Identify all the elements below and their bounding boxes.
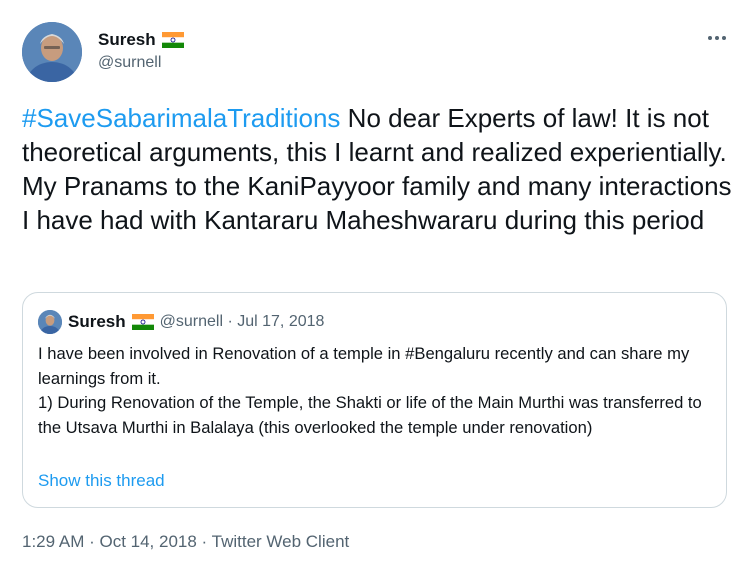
author-handle[interactable]: @surnell bbox=[98, 54, 161, 72]
quoted-tweet[interactable]: Suresh @surnell · Jul 17, 2018 I have be… bbox=[22, 292, 727, 508]
hashtag-link[interactable]: #SaveSabarimalaTraditions bbox=[22, 103, 340, 133]
quoted-tweet-header: Suresh @surnell · Jul 17, 2018 bbox=[38, 310, 324, 334]
quoted-avatar-image bbox=[38, 310, 62, 334]
india-flag-icon bbox=[131, 314, 154, 330]
quoted-line: 1) During Renovation of the Temple, the … bbox=[38, 393, 702, 437]
tweet-timestamp[interactable]: 1:29 AM · Oct 14, 2018 · Twitter Web Cli… bbox=[22, 532, 349, 552]
more-horizontal-icon bbox=[715, 36, 719, 40]
india-flag-icon bbox=[161, 32, 184, 48]
tweet-text: #SaveSabarimalaTraditions No dear Expert… bbox=[22, 101, 732, 237]
quoted-line: I have been involved in Renovation of a … bbox=[38, 344, 690, 388]
more-options-button[interactable] bbox=[703, 26, 731, 50]
quoted-meta: @surnell · Jul 17, 2018 bbox=[159, 313, 325, 330]
tweet-card: Suresh @surnell #SaveSabarimalaTradition… bbox=[0, 0, 751, 573]
author-name[interactable]: Suresh bbox=[98, 30, 156, 50]
quoted-author-name: Suresh bbox=[68, 312, 126, 331]
show-thread-link[interactable]: Show this thread bbox=[38, 471, 165, 491]
avatar-image bbox=[22, 22, 82, 82]
avatar[interactable] bbox=[22, 22, 82, 82]
quoted-tweet-text: I have been involved in Renovation of a … bbox=[38, 342, 708, 440]
more-horizontal-icon bbox=[722, 36, 726, 40]
author-name-row[interactable]: Suresh bbox=[98, 30, 184, 50]
more-horizontal-icon bbox=[708, 36, 712, 40]
quoted-avatar bbox=[38, 310, 62, 334]
